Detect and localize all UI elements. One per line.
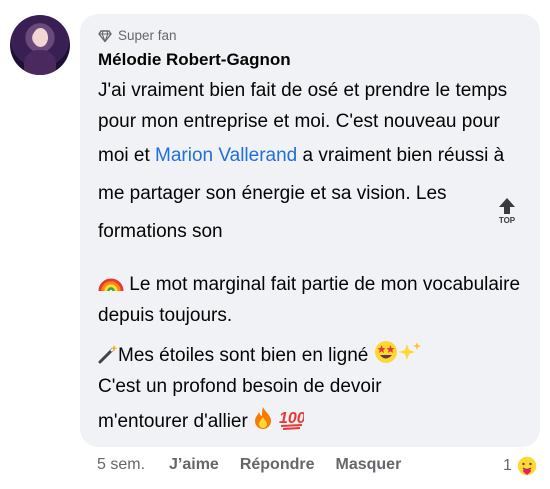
paragraph-2-text: Le mot marginal fait partie de mon vocab… [98, 274, 526, 326]
reaction-count: 1 [503, 457, 512, 474]
magic-wand-icon [98, 345, 118, 364]
rainbow-icon [98, 278, 124, 292]
comment-bubble: Super fan Mélodie Robert-Gagnon J'ai vra… [80, 14, 540, 447]
sparkles-icon [398, 342, 421, 360]
comment-actions: 5 sem. J’aime Répondre Masquer [97, 456, 422, 474]
paragraph-3-line-2: C'est un profond besoin de devoir [98, 376, 382, 397]
fire-icon [255, 407, 272, 429]
paragraph-3-line-1: Mes étoiles sont bien en ligné [118, 345, 369, 366]
badge-label: Super fan [118, 28, 177, 43]
hide-button[interactable]: Masquer [336, 456, 402, 474]
star-struck-emoji-icon [374, 341, 397, 363]
avatar[interactable] [10, 15, 70, 75]
comment-paragraph-1: J'ai vraiment bien fait de osé et prendr… [98, 75, 523, 251]
diamond-icon [98, 29, 112, 42]
care-reaction-icon [516, 455, 538, 477]
comment-timestamp[interactable]: 5 sem. [97, 456, 145, 474]
super-fan-badge: Super fan [98, 28, 177, 43]
comment-container: Super fan Mélodie Robert-Gagnon J'ai vra… [0, 0, 550, 489]
paragraph-3-line-3: m'entourer d'allier [98, 411, 248, 432]
like-button[interactable]: J’aime [169, 456, 219, 474]
comment-paragraph-2: Le mot marginal fait partie de mon vocab… [98, 269, 523, 331]
author-name[interactable]: Mélodie Robert-Gagnon [98, 50, 291, 70]
hundred-points-icon: 100 [279, 410, 304, 430]
top-icon-label: TOP [499, 216, 516, 225]
reaction-summary[interactable]: 1 [503, 455, 538, 477]
comment-paragraph-3: Mes étoiles sont bien en ligné C'est un … [98, 340, 523, 442]
reply-button[interactable]: Répondre [240, 456, 315, 474]
mention-link[interactable]: Marion Vallerand [155, 145, 297, 166]
top-arrow-icon: TOP [499, 198, 516, 225]
